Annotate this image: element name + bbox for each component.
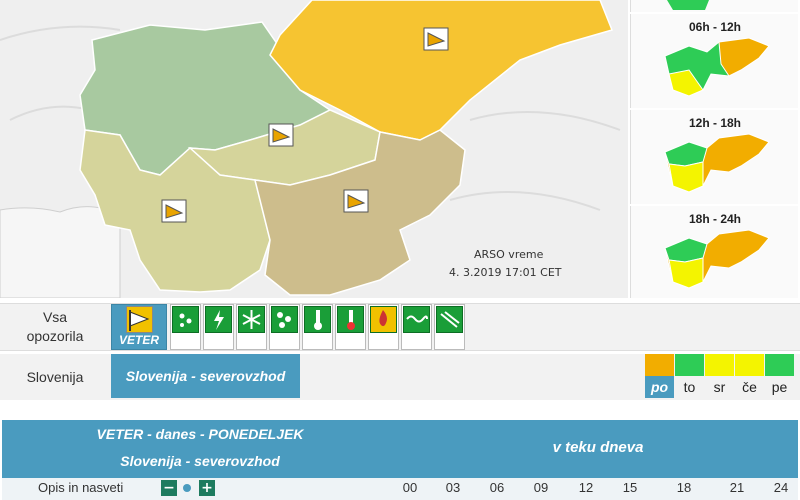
- warning-table-header: VETER - danes - PONEDELJEK Slovenija - s…: [2, 420, 798, 478]
- selected-region-button[interactable]: Slovenija - severovzhod: [111, 354, 300, 398]
- day-tab-ce[interactable]: če: [735, 354, 764, 398]
- collapse-button[interactable]: −: [161, 480, 177, 496]
- time-slot-panel-3[interactable]: 18h - 24h: [630, 206, 798, 298]
- filter-coastal[interactable]: [401, 304, 432, 350]
- mini-map: [664, 133, 770, 193]
- table-title: VETER - danes - PONEDELJEK: [96, 426, 304, 442]
- fire-icon: [370, 306, 397, 333]
- day-color-swatch: [705, 354, 734, 376]
- day-color-swatch: [735, 354, 764, 376]
- time-slot-panel-2[interactable]: 12h - 18h: [630, 110, 798, 204]
- wind-icon: [161, 199, 187, 223]
- region-selector: Slovenija Slovenija - severovzhod po to …: [0, 354, 800, 400]
- day-label: sr: [713, 379, 726, 395]
- time-slot-panel-top[interactable]: [630, 0, 798, 12]
- high-temperature-icon: [337, 306, 364, 333]
- day-tab-po[interactable]: po: [645, 354, 674, 398]
- table-region: Slovenija - severovzhod: [120, 453, 280, 469]
- filter-low-temperature[interactable]: [302, 304, 333, 350]
- day-color-swatch: [645, 354, 674, 376]
- filter-wind[interactable]: VETER: [111, 304, 167, 350]
- filter-thunderstorm[interactable]: [203, 304, 234, 350]
- map-timestamp: 4. 3.2019 17:01 CET: [449, 266, 562, 279]
- time-slot-label: 12h - 18h: [688, 116, 742, 130]
- warning-map[interactable]: ARSO vreme 4. 3.2019 17:01 CET: [0, 0, 628, 298]
- day-tab-sr[interactable]: sr: [705, 354, 734, 398]
- wind-icon: [126, 306, 153, 333]
- hour-label: 09: [533, 480, 549, 495]
- mini-map: [664, 37, 770, 97]
- filter-high-temperature[interactable]: [335, 304, 366, 350]
- filter-rain[interactable]: [170, 304, 201, 350]
- table-during-day: v teku dneva: [552, 439, 644, 456]
- mini-map: [667, 0, 709, 10]
- expand-button[interactable]: +: [199, 480, 215, 496]
- country-button[interactable]: Slovenija: [0, 369, 110, 385]
- day-label: če: [742, 379, 757, 395]
- day-color-swatch: [765, 354, 794, 376]
- hour-label: 00: [402, 480, 418, 495]
- hour-label: 24: [773, 480, 789, 495]
- mini-map: [664, 229, 770, 289]
- time-slot-label: 06h - 12h: [688, 20, 742, 34]
- time-slot-panels: 06h - 12h 12h - 18h 18h - 24h: [630, 0, 800, 298]
- coastal-icon: [403, 306, 430, 333]
- low-temperature-icon: [304, 306, 331, 333]
- description-label: Opis in nasveti: [38, 480, 124, 495]
- day-label: pe: [771, 379, 788, 395]
- hour-label: 12: [578, 480, 594, 495]
- time-slot-panel-1[interactable]: 06h - 12h: [630, 14, 798, 108]
- filter-fire[interactable]: [368, 304, 399, 350]
- dot-icon[interactable]: [183, 484, 191, 492]
- day-label: po: [645, 376, 674, 398]
- day-label: to: [683, 379, 696, 395]
- hour-label: 15: [622, 480, 638, 495]
- all-warnings-label-1: Vsa: [42, 309, 68, 325]
- day-color-swatch: [675, 354, 704, 376]
- hour-label: 06: [489, 480, 505, 495]
- thunderstorm-icon: [205, 306, 232, 333]
- wind-icon: [268, 123, 294, 147]
- all-warnings-button[interactable]: Vsa opozorila: [0, 308, 110, 346]
- day-tab-to[interactable]: to: [675, 354, 704, 398]
- wind-icon: [423, 27, 449, 51]
- warning-type-filter: Vsa opozorila VETER: [0, 303, 800, 351]
- hour-label: 03: [445, 480, 461, 495]
- hour-label: 21: [729, 480, 745, 495]
- hour-label: 18: [676, 480, 692, 495]
- description-row: Opis in nasveti − + 00 03 06 09 12 15 18…: [2, 478, 798, 500]
- all-warnings-label-2: opozorila: [26, 328, 84, 344]
- filter-fog[interactable]: [434, 304, 465, 350]
- filter-snow[interactable]: [236, 304, 267, 350]
- snow-icon: [238, 306, 265, 333]
- map-source-label: ARSO vreme: [474, 248, 544, 261]
- time-slot-label: 18h - 24h: [688, 212, 742, 226]
- filter-wind-label: VETER: [118, 333, 159, 347]
- rain-icon: [172, 306, 199, 333]
- day-tab-pe[interactable]: pe: [765, 354, 794, 398]
- filter-ice[interactable]: [269, 304, 300, 350]
- ice-icon: [271, 306, 298, 333]
- wind-icon: [343, 189, 369, 213]
- fog-icon: [436, 306, 463, 333]
